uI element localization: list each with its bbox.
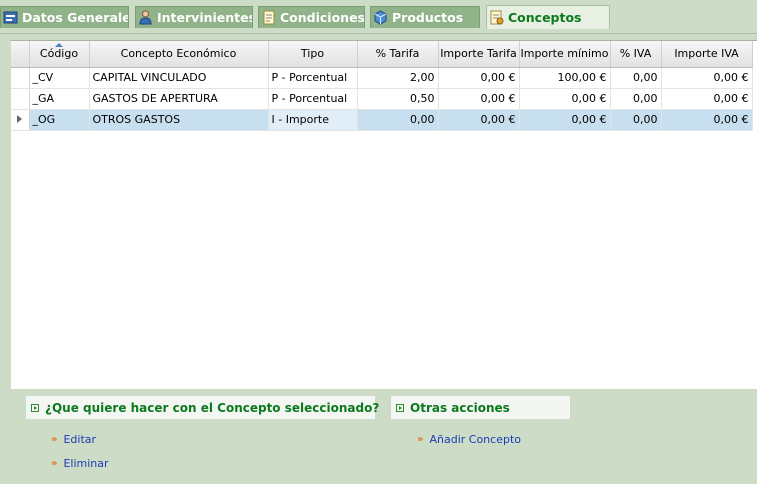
table-row[interactable]: _CV CAPITAL VINCULADO P - Porcentual 2,0… [11,67,753,89]
row-selector-header [11,41,30,68]
cell-concepto: GASTOS DE APERTURA [89,88,269,110]
section-bullet-icon [31,403,39,412]
row-selector[interactable] [11,67,30,89]
table-header-row: Código Concepto Económico Tipo % Tarifa … [11,41,753,68]
cell-tarifa-pct: 2,00 [357,67,439,89]
column-header-tipo[interactable]: Tipo [268,41,358,68]
column-header-importe-tarifa[interactable]: Importe Tarifa [438,41,520,68]
tab-condiciones[interactable]: Condiciones [258,6,365,28]
table-row[interactable]: _GA GASTOS DE APERTURA P - Porcentual 0,… [11,88,753,110]
cell-concepto: CAPITAL VINCULADO [89,67,269,89]
cell-importe-iva: 0,00 € [661,67,753,89]
tab-label: Intervinientes [157,10,253,25]
column-header-importe-iva[interactable]: Importe IVA [661,41,753,68]
column-header-concepto[interactable]: Concepto Económico [89,41,269,68]
chevron-right-icon: » [51,434,58,445]
cell-codigo: _OG [29,109,90,131]
cell-tipo: P - Porcentual [268,67,358,89]
document-icon [261,10,276,25]
current-row-arrow-icon [17,115,23,123]
chevron-right-icon: » [51,458,58,469]
link-label: Eliminar [63,457,109,470]
cell-tipo[interactable]: I - Importe [268,109,358,131]
edit-link[interactable]: » Editar [51,433,96,446]
cell-importe-minimo: 100,00 € [519,67,611,89]
tab-productos[interactable]: Productos [370,6,480,28]
concepts-icon [489,10,504,25]
delete-link[interactable]: » Eliminar [51,457,109,470]
cell-importe-tarifa: 0,00 € [438,88,520,110]
section-title: ¿Que quiere hacer con el Concepto selecc… [45,400,380,415]
section-title: Otras acciones [410,400,510,415]
tab-label: Datos Generales [22,10,129,25]
cell-iva-pct: 0,00 [610,67,662,89]
row-selector[interactable] [11,88,30,110]
tab-datos-generales[interactable]: Datos Generales [0,6,129,28]
column-header-tarifa-pct[interactable]: % Tarifa [357,41,439,68]
chevron-right-icon: » [417,434,424,445]
cell-importe-minimo: 0,00 € [519,88,611,110]
tab-intervinientes[interactable]: Intervinientes [135,6,253,28]
tab-label: Productos [392,10,464,25]
add-concept-link[interactable]: » Añadir Concepto [417,433,521,446]
column-header-codigo[interactable]: Código [29,41,90,68]
concepts-table: Código Concepto Económico Tipo % Tarifa … [11,41,753,131]
cell-iva-pct: 0,00 [610,109,662,131]
row-selector[interactable] [11,109,30,131]
cell-importe-iva: 0,00 € [661,88,753,110]
tab-label: Conceptos [508,10,582,25]
tab-bar: Datos Generales Intervinientes Condicion… [0,5,757,34]
person-icon [138,10,153,25]
cell-codigo: _CV [29,67,90,89]
cell-tarifa-pct: 0,50 [357,88,439,110]
cell-importe-tarifa: 0,00 € [438,109,520,131]
cell-tarifa-pct: 0,00 [357,109,439,131]
table-row-selected[interactable]: _OG OTROS GASTOS I - Importe 0,00 0,00 €… [11,109,753,131]
cell-concepto: OTROS GASTOS [89,109,269,131]
section-bullet-icon [396,403,404,412]
cube-icon [373,10,388,25]
cell-importe-tarifa: 0,00 € [438,67,520,89]
cell-importe-iva: 0,00 € [661,109,753,131]
link-label: Añadir Concepto [429,433,521,446]
cell-tipo: P - Porcentual [268,88,358,110]
column-header-importe-minimo[interactable]: Importe mínimo [519,41,611,68]
tab-divider [0,33,757,34]
tab-conceptos[interactable]: Conceptos [486,5,610,29]
tab-label: Condiciones [280,10,365,25]
cell-codigo: _GA [29,88,90,110]
other-actions-header: Otras acciones [391,396,570,419]
cell-iva-pct: 0,00 [610,88,662,110]
column-header-iva-pct[interactable]: % IVA [610,41,662,68]
link-label: Editar [63,433,97,446]
concepts-grid: Código Concepto Económico Tipo % Tarifa … [11,40,757,389]
cell-importe-minimo: 0,00 € [519,109,611,131]
general-data-icon [3,10,18,25]
selected-concept-actions-header: ¿Que quiere hacer con el Concepto selecc… [26,396,379,419]
